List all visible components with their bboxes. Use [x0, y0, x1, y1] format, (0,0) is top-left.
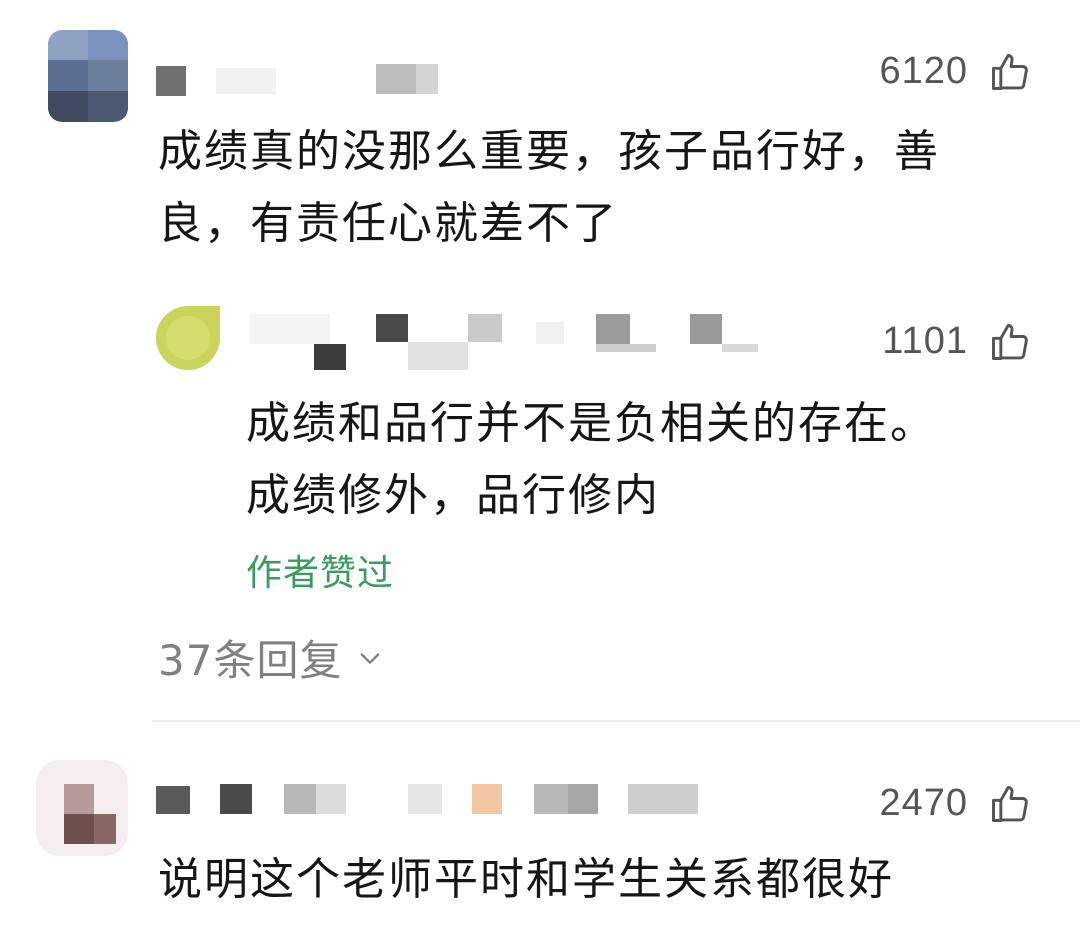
like-count: 6120	[879, 50, 968, 92]
like-count: 2470	[879, 782, 968, 824]
avatar[interactable]	[48, 30, 128, 122]
reply-like-count: 1101	[882, 320, 968, 362]
chevron-down-icon	[361, 652, 380, 664]
comment-text: 成绩真的没那么重要，孩子品行好，善 良，有责任心就差不了	[158, 116, 940, 260]
reply-text-line: 成绩和品行并不是负相关的存在。	[246, 398, 936, 449]
divider	[152, 720, 1080, 722]
comment-text: 说明这个老师平时和学生关系都很好	[158, 844, 894, 916]
thumbs-up-icon[interactable]	[988, 320, 1032, 364]
username[interactable]	[156, 62, 446, 96]
reply-avatar[interactable]	[156, 306, 220, 370]
avatar[interactable]	[36, 760, 128, 856]
reply-text: 成绩和品行并不是负相关的存在。 成绩修外，品行修内	[246, 388, 936, 532]
thumbs-up-icon[interactable]	[988, 782, 1032, 826]
comment-text-line: 说明这个老师平时和学生关系都很好	[158, 854, 894, 905]
comment-text-line: 良，有责任心就差不了	[158, 198, 618, 249]
username[interactable]	[156, 784, 716, 828]
view-replies-button[interactable]: 37条回复	[158, 627, 384, 688]
author-liked-badge: 作者赞过	[246, 553, 395, 594]
thumbs-up-icon[interactable]	[988, 50, 1032, 94]
replies-count-label: 37条回复	[158, 636, 343, 685]
reply-text-line: 成绩修外，品行修内	[246, 470, 660, 521]
reply-username[interactable]	[250, 314, 770, 372]
comment-text-line: 成绩真的没那么重要，孩子品行好，善	[158, 126, 940, 177]
